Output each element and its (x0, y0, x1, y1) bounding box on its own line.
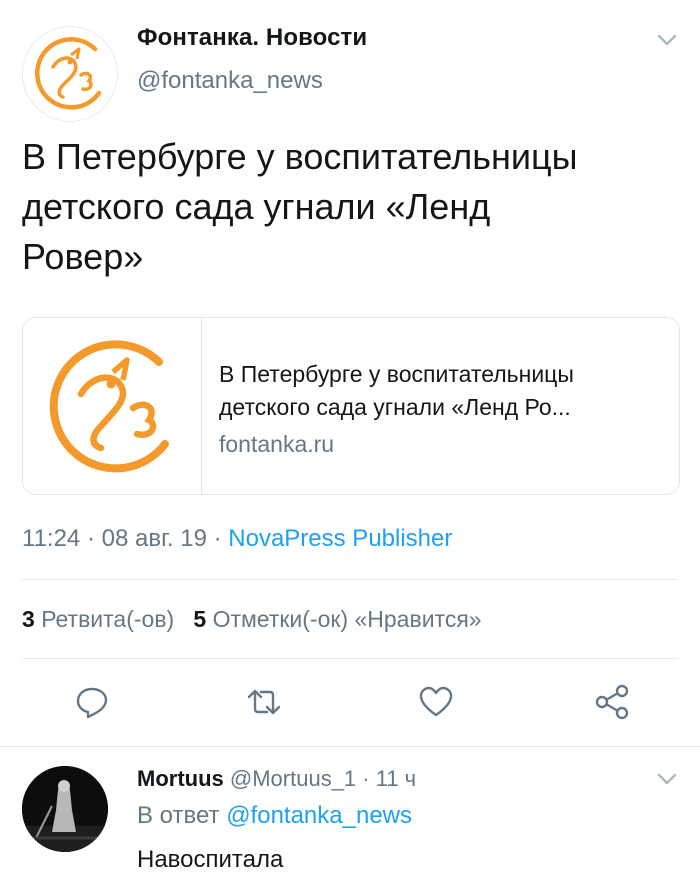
reply-avatar[interactable] (22, 766, 108, 852)
reply-time: 11 ч (375, 766, 417, 791)
meta-separator: · (206, 525, 229, 552)
retweets-count: 3 (22, 606, 35, 632)
divider (0, 746, 700, 747)
link-preview-title: В Петербурге у воспитательницы детского … (219, 358, 667, 424)
share-icon[interactable] (594, 684, 630, 720)
tweet-meta: 11:24 · 08 авг. 19 · NovaPress Publisher (22, 525, 452, 553)
meta-separator: · (80, 525, 102, 552)
likes-count: 5 (193, 606, 207, 632)
link-preview-domain: fontanka.ru (219, 431, 335, 457)
reply-author-handle[interactable]: @Mortuus_1 (230, 766, 356, 791)
tweet-text-line: Ровер» (22, 236, 144, 277)
link-preview-title-line: В Петербурге у воспитательницы (219, 361, 574, 387)
tweet-source-link[interactable]: NovaPress Publisher (228, 525, 452, 552)
tweet-time: 11:24 (22, 525, 81, 552)
author-avatar[interactable] (22, 26, 118, 122)
tweet-stats: 3 Ретвита(-ов) 5 Отметки(-ок) «Нравится» (22, 606, 482, 633)
divider (22, 658, 678, 659)
reply-prefix: В ответ (137, 802, 227, 829)
link-preview-image (23, 318, 202, 494)
tweet-text-line: В Петербурге у воспитательницы (22, 136, 578, 177)
author-name[interactable]: Фонтанка. Новости (137, 24, 367, 52)
divider (22, 579, 678, 580)
reply-icon[interactable] (74, 684, 110, 720)
chevron-down-icon[interactable] (656, 33, 678, 47)
retweet-icon[interactable] (246, 684, 282, 720)
link-preview-title-line: детского сада угнали «Ленд Ро... (219, 394, 571, 420)
reply-context: В ответ @fontanka_news (137, 802, 412, 830)
retweets-stat[interactable]: 3 Ретвита(-ов) (22, 606, 174, 632)
likes-stat[interactable]: 5 Отметки(-ок) «Нравится» (193, 606, 481, 632)
reply-header: Mortuus @Mortuus_1 · 11 ч (137, 766, 416, 792)
fontanka-logo-icon (35, 37, 102, 110)
likes-label: Отметки(-ок) «Нравится» (212, 606, 482, 632)
reply-to-handle[interactable]: @fontanka_news (226, 802, 412, 829)
link-preview-card[interactable]: В Петербурге у воспитательницы детского … (22, 317, 680, 495)
fontanka-logo-icon (49, 340, 169, 473)
reply-text: Навоспитала (137, 846, 284, 873)
author-handle[interactable]: @fontanka_news (137, 67, 323, 95)
reply-author-name[interactable]: Mortuus (137, 766, 224, 791)
chevron-down-icon[interactable] (656, 772, 678, 786)
tweet-date: 08 авг. 19 (101, 525, 207, 552)
tweet-text-line: детского сада угнали «Ленд (22, 186, 491, 227)
meta-separator: · (356, 766, 376, 791)
tweet-text: В Петербурге у воспитательницы детского … (22, 132, 672, 282)
like-icon[interactable] (418, 684, 454, 720)
retweets-label: Ретвита(-ов) (41, 606, 175, 632)
reply-avatar-image (22, 766, 108, 852)
